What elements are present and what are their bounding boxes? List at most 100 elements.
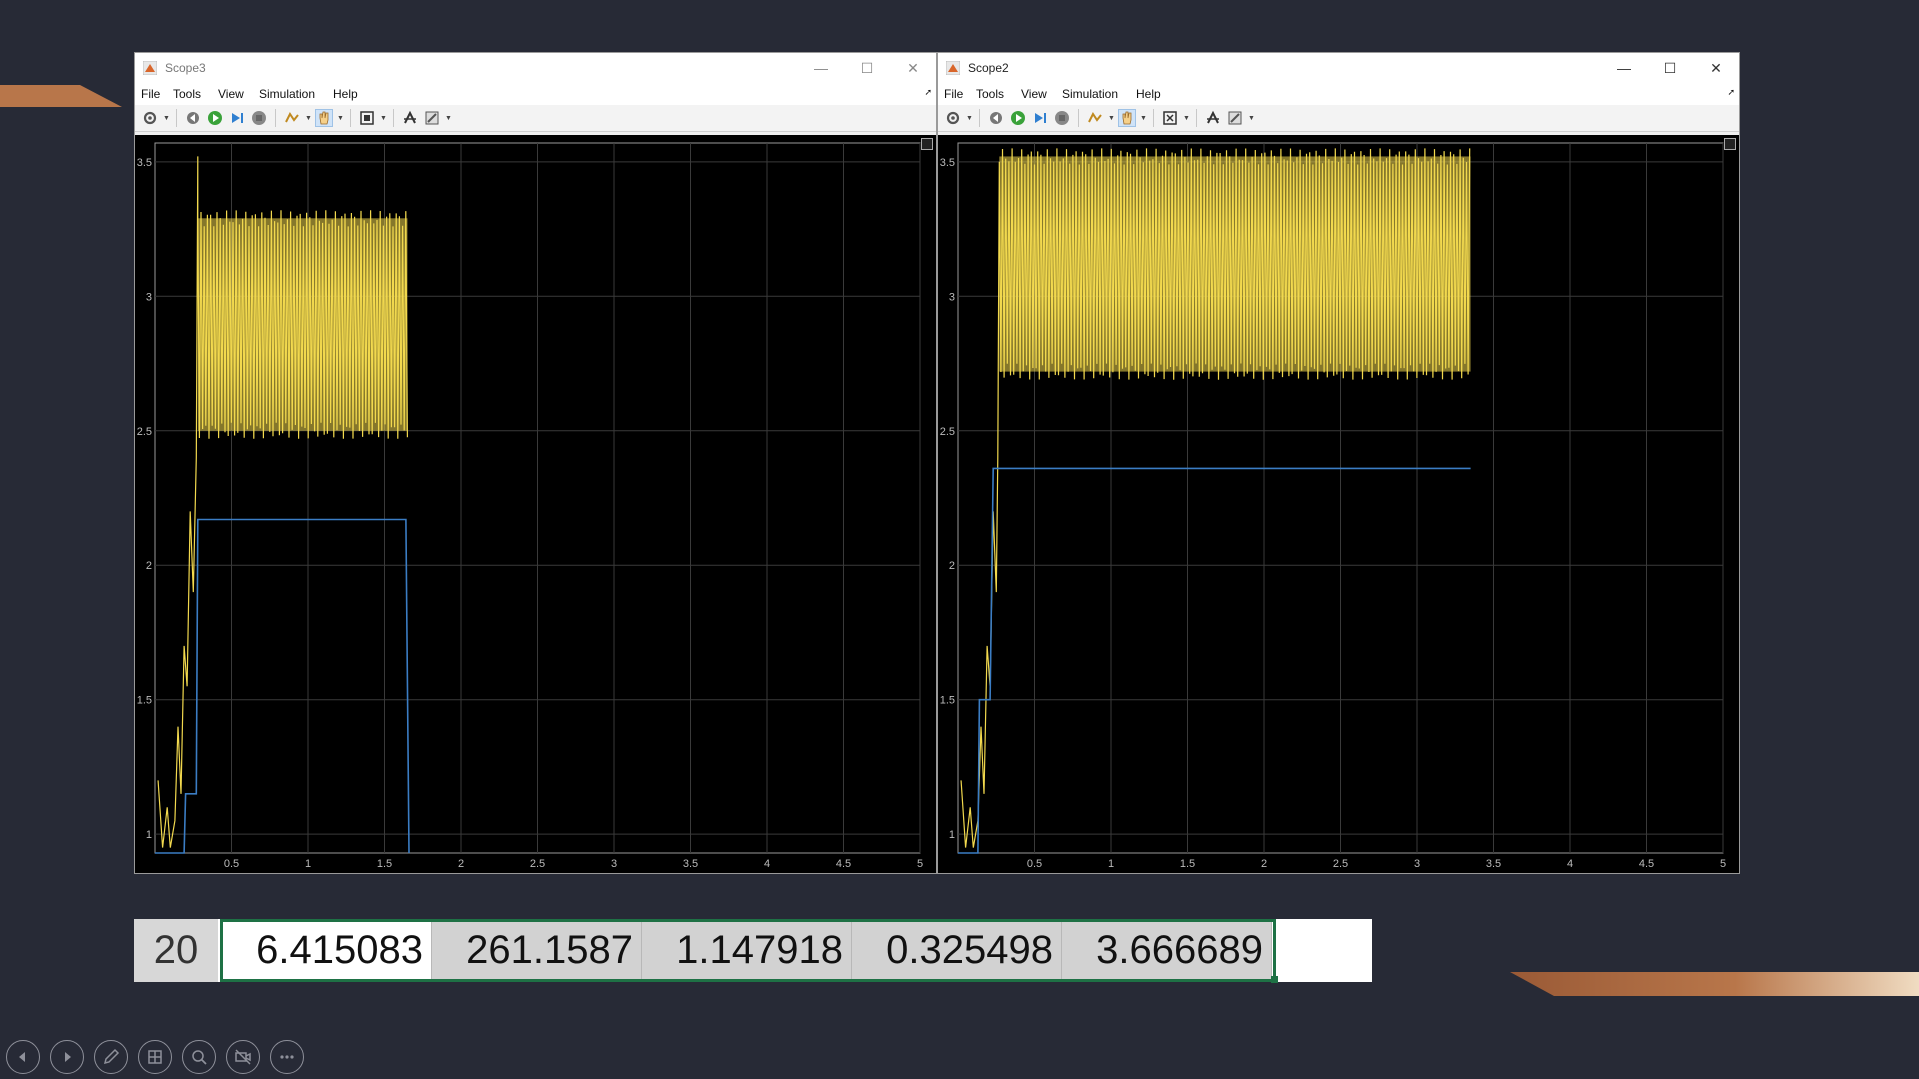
y-tick-label: 1 bbox=[146, 829, 152, 841]
title-bar: Scope2 — ☐ ✕ bbox=[938, 53, 1739, 83]
style-dropdown-icon[interactable]: ▼ bbox=[445, 115, 452, 122]
x-tick-label: 1 bbox=[305, 858, 311, 870]
x-tick-label: 3 bbox=[1414, 858, 1420, 870]
toolbar: ▼ ▼ ▼ ▼ ▼ bbox=[938, 105, 1739, 132]
previous-icon[interactable] bbox=[6, 1040, 40, 1074]
cursor-measure-icon[interactable] bbox=[401, 109, 419, 127]
menu-view[interactable]: View bbox=[1021, 87, 1047, 101]
zoom-dropdown-icon[interactable]: ▼ bbox=[380, 115, 387, 122]
spreadsheet-row: 20 6.415083 261.1587 1.147918 0.325498 3… bbox=[134, 919, 1372, 983]
row-number[interactable]: 20 bbox=[134, 919, 218, 982]
pan-hand-icon[interactable] bbox=[1118, 109, 1136, 127]
x-tick-label: 0.5 bbox=[1027, 858, 1042, 870]
undock-icon[interactable] bbox=[1724, 138, 1736, 150]
menu-tools[interactable]: Tools bbox=[173, 87, 201, 101]
maximize-button[interactable]: ☐ bbox=[1647, 53, 1693, 83]
x-tick-label: 4 bbox=[1567, 858, 1573, 870]
copper-accent-right bbox=[1510, 972, 1919, 996]
menu-bar: File Tools View Simulation Help ➚ bbox=[135, 83, 936, 105]
toolbar-separator bbox=[350, 109, 351, 127]
x-tick-label: 5 bbox=[917, 858, 923, 870]
y-tick-label: 3 bbox=[146, 291, 152, 303]
zoom-dropdown-icon[interactable]: ▼ bbox=[1183, 115, 1190, 122]
step-back-icon[interactable] bbox=[184, 109, 202, 127]
more-icon[interactable] bbox=[270, 1040, 304, 1074]
menu-simulation[interactable]: Simulation bbox=[259, 87, 315, 101]
x-tick-label: 1.5 bbox=[377, 858, 392, 870]
table-cell[interactable]: 0.325498 bbox=[852, 921, 1062, 980]
table-cell[interactable]: 3.666689 bbox=[1062, 921, 1272, 980]
menu-view[interactable]: View bbox=[218, 87, 244, 101]
y-tick-label: 1.5 bbox=[137, 695, 152, 707]
highlight-dropdown-icon[interactable]: ▼ bbox=[1108, 115, 1115, 122]
step-forward-icon[interactable] bbox=[1031, 109, 1049, 127]
cursor-measure-icon[interactable] bbox=[1204, 109, 1222, 127]
settings-dropdown-icon[interactable]: ▼ bbox=[966, 115, 973, 122]
y-tick-label: 3.5 bbox=[137, 157, 152, 169]
yellow-band bbox=[999, 156, 1471, 372]
style-edit-icon[interactable] bbox=[1226, 109, 1244, 127]
table-cell[interactable]: 6.415083 bbox=[222, 921, 432, 980]
x-tick-label: 3 bbox=[611, 858, 617, 870]
zoom-fit-icon[interactable] bbox=[358, 109, 376, 127]
stop-icon[interactable] bbox=[250, 109, 268, 127]
close-button[interactable]: ✕ bbox=[1693, 53, 1739, 83]
slides-grid-icon[interactable] bbox=[138, 1040, 172, 1074]
highlight-icon[interactable] bbox=[1086, 109, 1104, 127]
zoom-fit-icon[interactable] bbox=[1161, 109, 1179, 127]
menu-expand-icon[interactable]: ➚ bbox=[1727, 87, 1735, 98]
run-icon[interactable] bbox=[206, 109, 224, 127]
style-edit-icon[interactable] bbox=[423, 109, 441, 127]
settings-gear-icon[interactable] bbox=[141, 109, 159, 127]
x-tick-label: 3.5 bbox=[683, 858, 698, 870]
scope-plot-area[interactable]: 0.5 1 1.5 2 2.5 3 3.5 4 4.5 5 1 1.5 2 2.5 3 3.5 bbox=[135, 135, 936, 873]
step-back-icon[interactable] bbox=[987, 109, 1005, 127]
yellow-band bbox=[197, 218, 408, 431]
y-tick-label: 1 bbox=[949, 829, 955, 841]
pan-hand-icon[interactable] bbox=[315, 109, 333, 127]
fill-handle[interactable] bbox=[1271, 976, 1278, 983]
copper-accent-left bbox=[0, 85, 122, 107]
menu-help[interactable]: Help bbox=[1136, 87, 1161, 101]
stop-icon[interactable] bbox=[1053, 109, 1071, 127]
minimize-button[interactable]: — bbox=[798, 53, 844, 83]
menu-file[interactable]: File bbox=[141, 87, 160, 101]
window-title: Scope3 bbox=[165, 61, 206, 75]
settings-gear-icon[interactable] bbox=[944, 109, 962, 127]
menu-tools[interactable]: Tools bbox=[976, 87, 1004, 101]
y-tick-label: 1.5 bbox=[940, 695, 955, 707]
x-tick-label: 2 bbox=[1261, 858, 1267, 870]
undock-icon[interactable] bbox=[921, 138, 933, 150]
run-icon[interactable] bbox=[1009, 109, 1027, 127]
menu-expand-icon[interactable]: ➚ bbox=[924, 87, 932, 98]
toolbar-separator bbox=[1078, 109, 1079, 127]
highlight-icon[interactable] bbox=[283, 109, 301, 127]
highlight-dropdown-icon[interactable]: ▼ bbox=[305, 115, 312, 122]
toolbar-separator bbox=[979, 109, 980, 127]
menu-help[interactable]: Help bbox=[333, 87, 358, 101]
table-cell[interactable]: 1.147918 bbox=[642, 921, 852, 980]
y-tick-label: 2.5 bbox=[137, 426, 152, 438]
menu-bar: File Tools View Simulation Help ➚ bbox=[938, 83, 1739, 105]
table-cell[interactable]: 261.1587 bbox=[432, 921, 642, 980]
matlab-icon bbox=[143, 61, 157, 75]
menu-file[interactable]: File bbox=[944, 87, 963, 101]
zoom-icon[interactable] bbox=[182, 1040, 216, 1074]
minimize-button[interactable]: — bbox=[1601, 53, 1647, 83]
maximize-button[interactable]: ☐ bbox=[844, 53, 890, 83]
pan-dropdown-icon[interactable]: ▼ bbox=[337, 115, 344, 122]
next-icon[interactable] bbox=[50, 1040, 84, 1074]
toolbar-separator bbox=[275, 109, 276, 127]
x-tick-label: 4 bbox=[764, 858, 770, 870]
pan-dropdown-icon[interactable]: ▼ bbox=[1140, 115, 1147, 122]
menu-simulation[interactable]: Simulation bbox=[1062, 87, 1118, 101]
camera-off-icon[interactable] bbox=[226, 1040, 260, 1074]
close-button[interactable]: ✕ bbox=[890, 53, 936, 83]
settings-dropdown-icon[interactable]: ▼ bbox=[163, 115, 170, 122]
style-dropdown-icon[interactable]: ▼ bbox=[1248, 115, 1255, 122]
toolbar-separator bbox=[176, 109, 177, 127]
x-tick-label: 3.5 bbox=[1486, 858, 1501, 870]
pen-icon[interactable] bbox=[94, 1040, 128, 1074]
scope-plot-area[interactable]: 0.5 1 1.5 2 2.5 3 3.5 4 4.5 5 1 1.5 2 2.5 3 3.5 bbox=[938, 135, 1739, 873]
step-forward-icon[interactable] bbox=[228, 109, 246, 127]
